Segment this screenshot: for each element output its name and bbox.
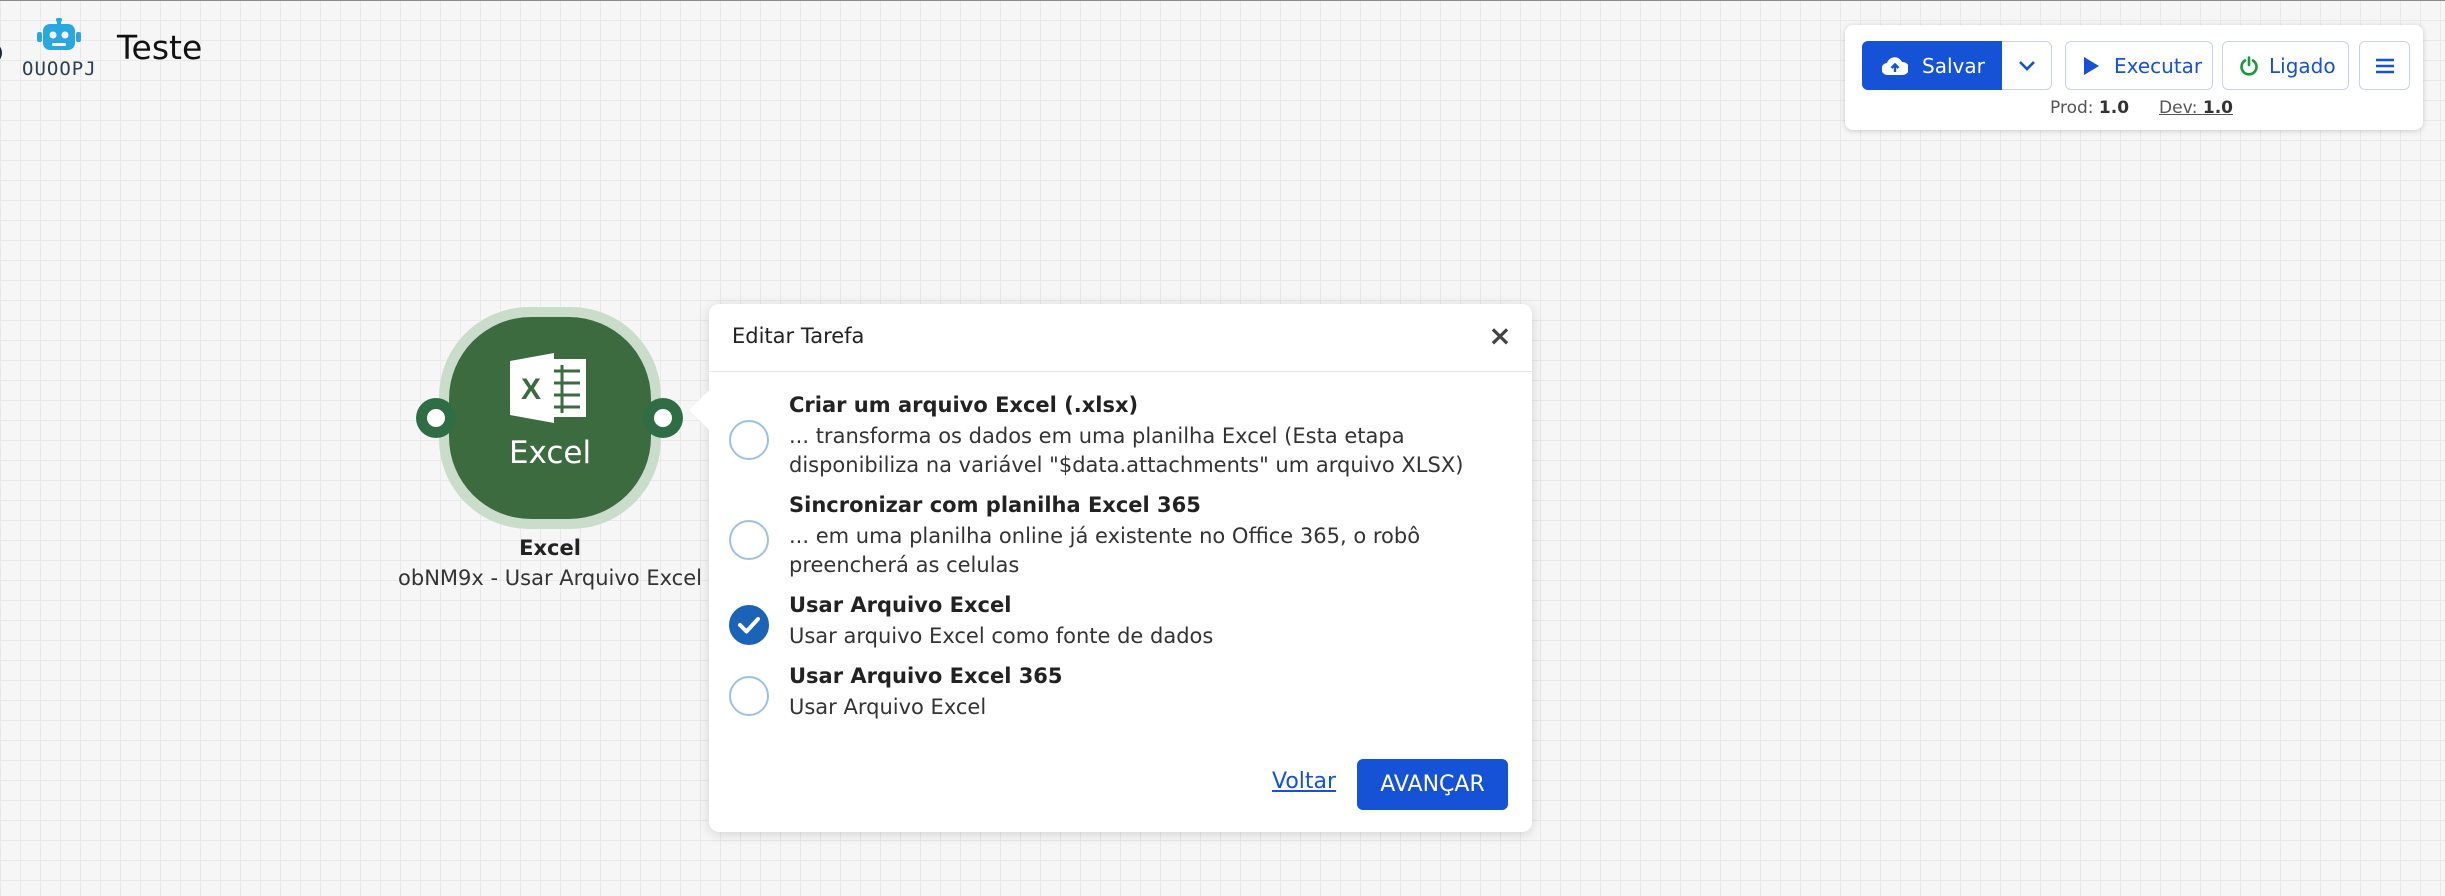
- project-title: Teste: [117, 28, 203, 67]
- radio-button[interactable]: [729, 420, 769, 460]
- dialog-pointer: [689, 390, 729, 430]
- excel-node[interactable]: X Excel: [449, 317, 651, 519]
- svg-text:X: X: [521, 373, 541, 406]
- option-description: ... em uma planilha online já existente …: [789, 524, 1421, 577]
- save-button[interactable]: Salvar: [1862, 41, 2002, 90]
- dialog-title: Editar Tarefa: [732, 324, 865, 348]
- save-label: Salvar: [1922, 53, 1985, 78]
- hamburger-menu-icon: [2375, 58, 2394, 73]
- option-title: Sincronizar com planilha Excel 365: [789, 493, 1201, 517]
- power-icon: [2240, 55, 2258, 76]
- edit-task-dialog: Editar Tarefa × Criar um arquivo Excel (…: [689, 304, 1532, 832]
- option-description: Usar Arquivo Excel: [789, 695, 987, 719]
- save-options-dropdown[interactable]: [2002, 41, 2052, 90]
- robot-icon: [37, 18, 81, 50]
- run-label: Executar: [2114, 53, 2203, 78]
- app-logo[interactable]: OUOOPJ: [22, 18, 96, 80]
- excel-icon: X: [510, 353, 586, 423]
- node-name: Excel: [519, 536, 581, 560]
- menu-button[interactable]: [2359, 41, 2410, 90]
- radio-button-checked[interactable]: [729, 605, 769, 645]
- radio-button[interactable]: [729, 676, 769, 716]
- option-title: Usar Arquivo Excel 365: [789, 664, 1063, 688]
- dialog-header: Editar Tarefa ×: [709, 304, 1532, 372]
- option-title: Usar Arquivo Excel: [789, 593, 1012, 617]
- workflow-toolbar: Salvar Executar Ligado Prod: 1.0 Dev: 1.…: [1845, 25, 2423, 130]
- cloud-upload-icon: [1882, 56, 1908, 75]
- prod-version: Prod: 1.0: [2050, 98, 2130, 118]
- node-label: Excel: [508, 435, 592, 471]
- option-description: Usar arquivo Excel como fonte de dados: [789, 624, 1214, 648]
- toggle-label: Ligado: [2269, 53, 2336, 78]
- clipped-element: [0, 46, 2, 60]
- run-button[interactable]: Executar: [2065, 41, 2213, 90]
- option-description: ... transforma os dados em uma planilha …: [789, 424, 1464, 477]
- back-link[interactable]: Voltar: [1272, 769, 1336, 794]
- node-output-port[interactable]: [643, 398, 683, 438]
- chevron-down-icon: [2018, 60, 2035, 71]
- radio-button[interactable]: [729, 520, 769, 560]
- dev-version-link[interactable]: Dev: 1.0: [2159, 98, 2233, 118]
- checkmark-icon: [738, 617, 760, 634]
- power-toggle-button[interactable]: Ligado: [2222, 41, 2349, 90]
- play-icon: [2084, 56, 2099, 75]
- logo-text: OUOOPJ: [22, 58, 97, 80]
- node-subtitle: obNM9x - Usar Arquivo Excel: [398, 566, 702, 590]
- close-icon[interactable]: ×: [1486, 322, 1514, 350]
- next-button[interactable]: AVANÇAR: [1357, 759, 1508, 810]
- node-input-port[interactable]: [416, 398, 456, 438]
- version-info: Prod: 1.0 Dev: 1.0: [2050, 98, 2233, 118]
- option-title: Criar um arquivo Excel (.xlsx): [789, 393, 1139, 417]
- top-border: [0, 0, 2445, 1]
